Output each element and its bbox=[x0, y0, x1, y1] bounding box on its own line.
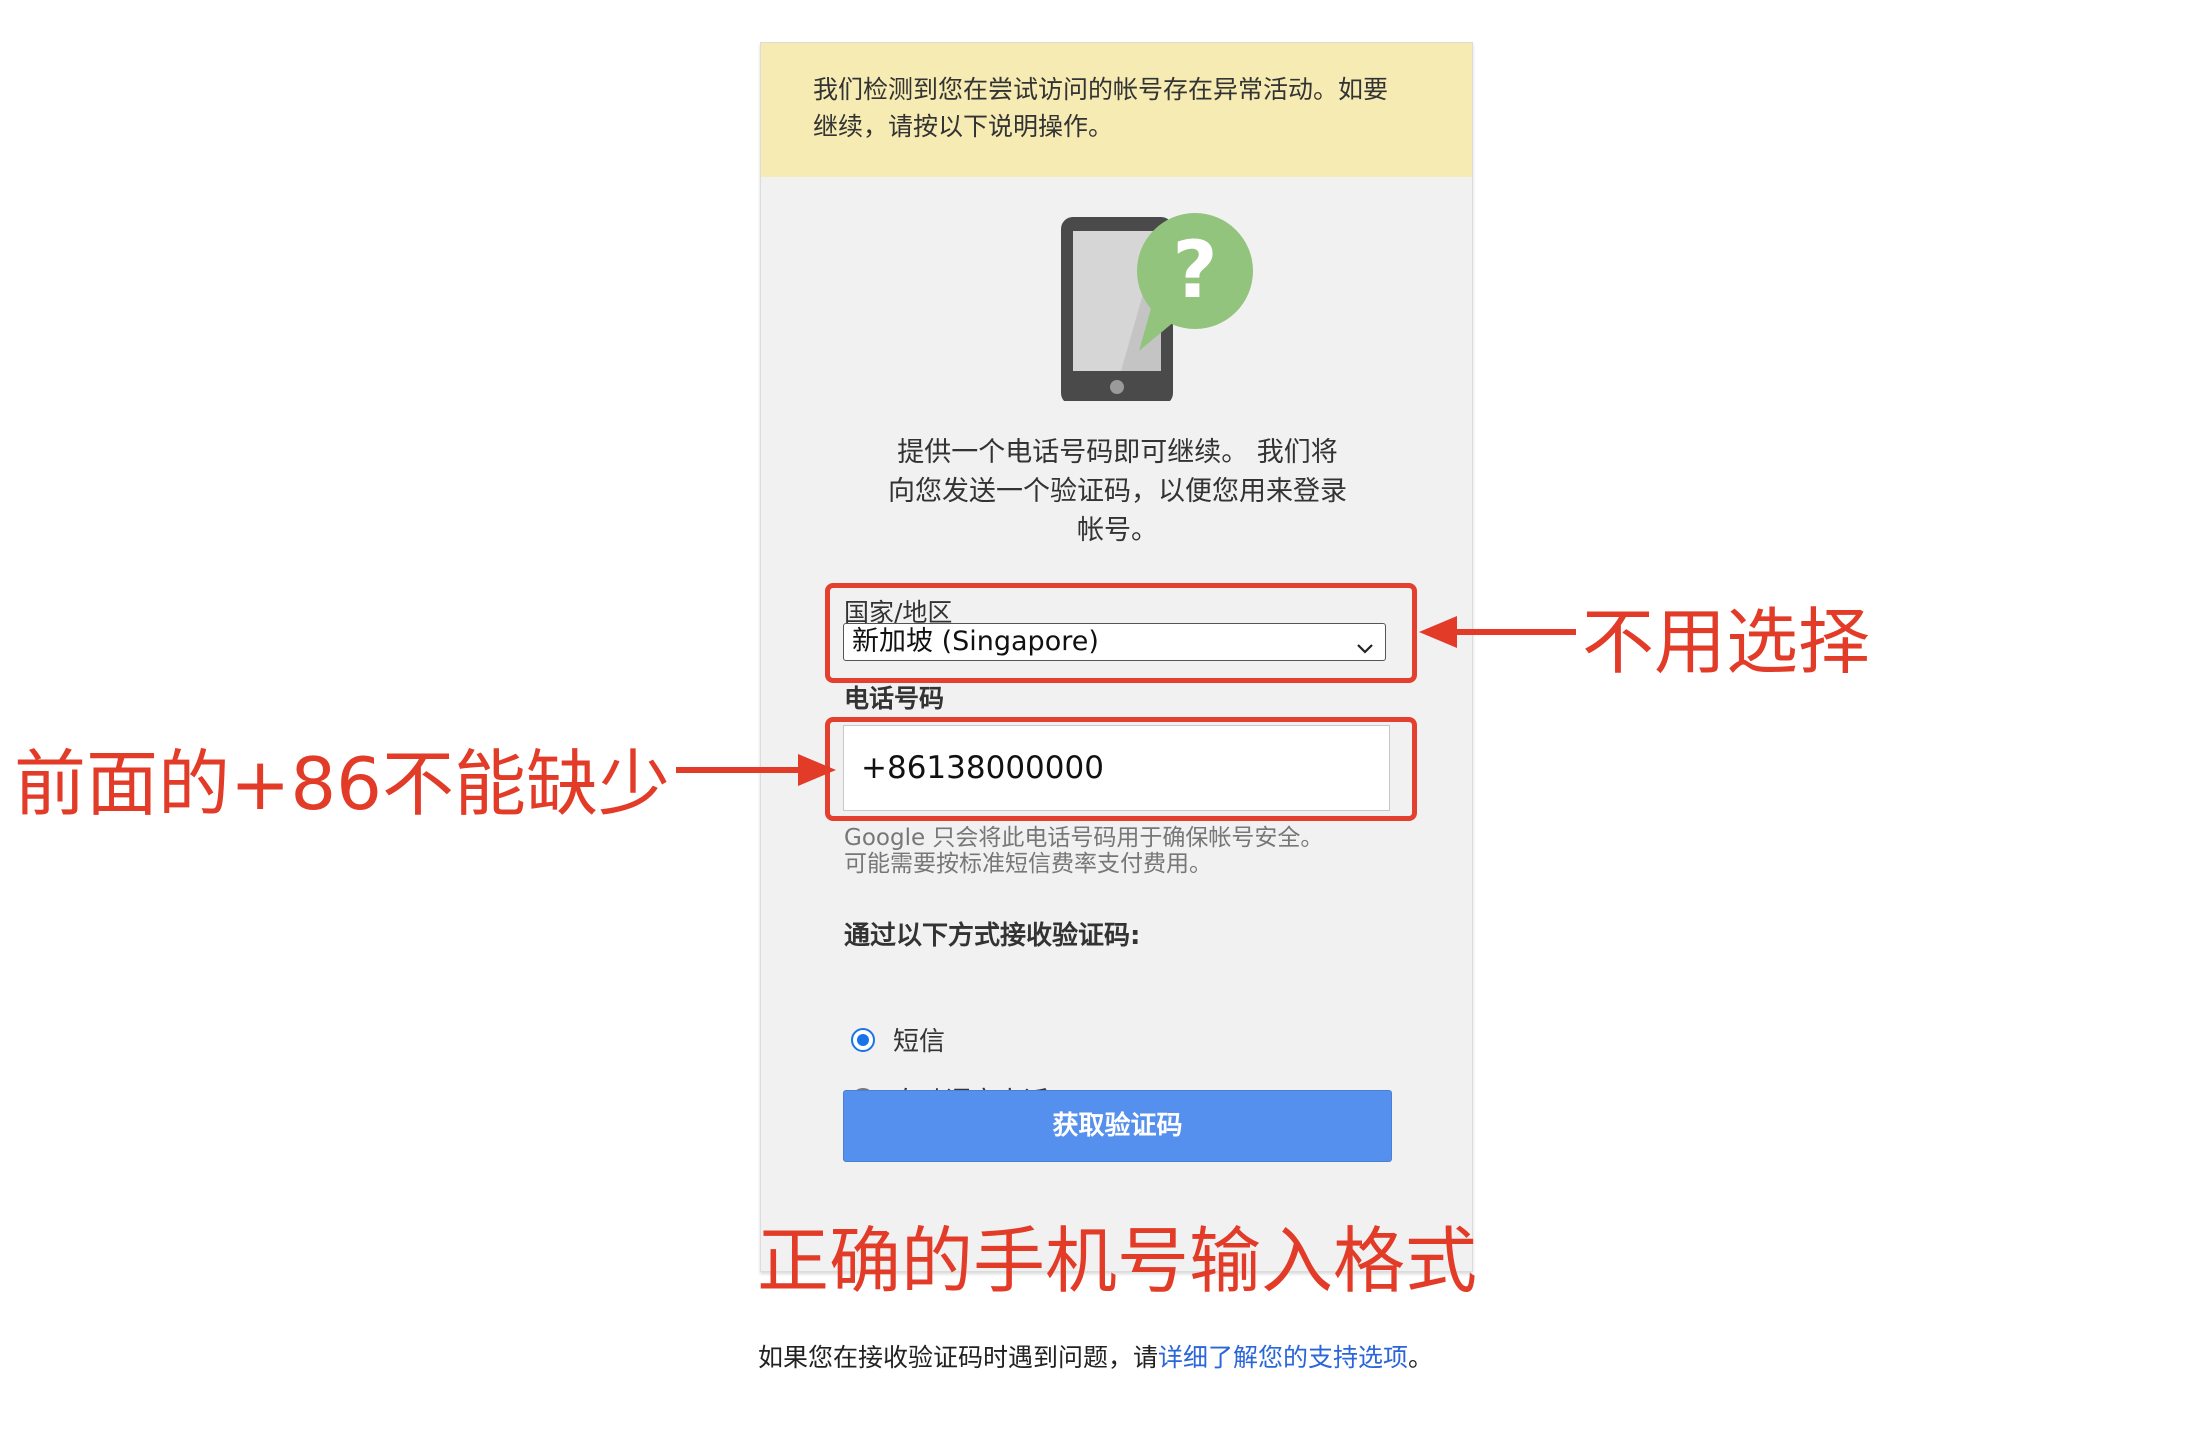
banner-text-line1: 我们检测到您在尝试访问的帐号存在异常活动。如要 bbox=[813, 75, 1389, 104]
support-options-link[interactable]: 详细了解您的支持选项 bbox=[1158, 1343, 1408, 1372]
radio-checked-icon[interactable] bbox=[851, 1027, 875, 1052]
phone-label: 电话号码 bbox=[844, 684, 945, 713]
footer-prefix: 如果您在接收验证码时遇到问题，请 bbox=[758, 1343, 1159, 1372]
footer-help: 如果您在接收验证码时遇到问题，请详细了解您的支持选项。 bbox=[758, 1338, 1433, 1374]
arrow-right-icon bbox=[676, 754, 836, 786]
intro-line3: 帐号。 bbox=[1077, 515, 1158, 546]
country-highlight-box bbox=[825, 583, 1417, 683]
annotation-correct-format: 正确的手机号输入格式 bbox=[757, 1219, 1478, 1303]
footer-suffix: 。 bbox=[1408, 1343, 1434, 1372]
annotation-keep-prefix: 前面的+86不能缺少 bbox=[14, 742, 670, 826]
method-label: 通过以下方式接收验证码: bbox=[844, 921, 1141, 951]
phone-hint-line1: Google 只会将此电话号码用于确保帐号安全。 bbox=[844, 825, 1324, 851]
phone-hint: Google 只会将此电话号码用于确保帐号安全。 可能需要按标准短信费率支付费用… bbox=[844, 825, 1404, 877]
get-code-button[interactable]: 获取验证码 bbox=[843, 1090, 1392, 1162]
svg-text:?: ? bbox=[1172, 226, 1217, 316]
intro-line1: 提供一个电话号码即可继续。 我们将 bbox=[897, 437, 1338, 468]
arrow-left-icon bbox=[1419, 616, 1576, 648]
annotation-no-select: 不用选择 bbox=[1582, 600, 1871, 684]
banner-text-line2: 继续，请按以下说明操作。 bbox=[813, 112, 1114, 141]
radio-sms-label: 短信 bbox=[893, 1027, 946, 1057]
warning-banner: 我们检测到您在尝试访问的帐号存在异常活动。如要 继续，请按以下说明操作。 bbox=[761, 43, 1472, 177]
radio-sms[interactable]: 短信 bbox=[851, 1021, 945, 1058]
phone-question-icon: ? bbox=[1053, 201, 1253, 405]
intro-line2: 向您发送一个验证码，以便您用来登录 bbox=[888, 476, 1347, 507]
intro-text: 提供一个电话号码即可继续。 我们将 向您发送一个验证码，以便您用来登录 帐号。 bbox=[861, 433, 1374, 550]
phone-highlight-box bbox=[825, 717, 1417, 821]
phone-hint-line2: 可能需要按标准短信费率支付费用。 bbox=[844, 851, 1212, 877]
